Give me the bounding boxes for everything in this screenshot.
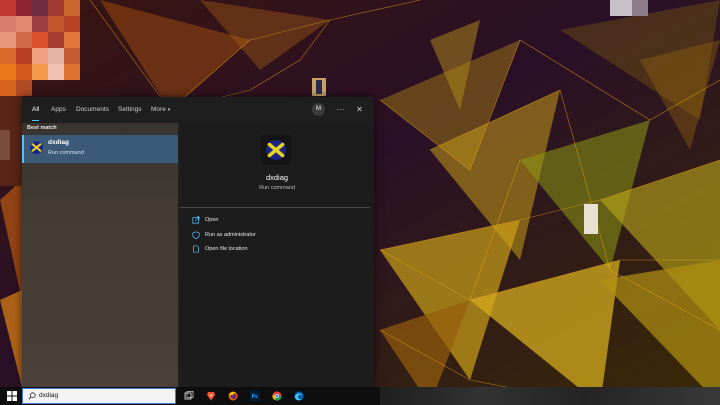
chrome-icon[interactable] xyxy=(272,391,282,401)
brave-icon[interactable] xyxy=(206,391,216,401)
action-open-file-location-label: Open file location xyxy=(205,246,248,252)
account-avatar-button[interactable]: M xyxy=(312,103,325,116)
directx-icon xyxy=(30,141,43,154)
action-open-label: Open xyxy=(205,217,219,223)
tab-settings[interactable]: Settings xyxy=(118,97,142,123)
more-options-button[interactable]: ··· xyxy=(334,103,347,116)
result-detail-pane: dxdiag Run command Open Run as administr… xyxy=(180,123,374,387)
tab-all[interactable]: All xyxy=(32,97,40,123)
action-open-file-location[interactable]: Open file location xyxy=(192,245,362,255)
divider xyxy=(180,207,370,208)
result-item-dxdiag[interactable]: dxdiag Run command xyxy=(22,135,178,163)
shield-icon xyxy=(192,231,200,239)
task-view-icon[interactable] xyxy=(184,391,194,401)
ellipsis-icon: ··· xyxy=(336,105,345,114)
detail-app-name: dxdiag xyxy=(265,173,289,182)
account-initial: M xyxy=(316,106,321,112)
search-icon xyxy=(28,392,36,400)
taskbar: dxdiag Ps xyxy=(0,387,720,405)
open-icon xyxy=(192,216,200,224)
close-icon: ✕ xyxy=(356,105,363,114)
tab-documents-label: Documents xyxy=(76,106,109,113)
tab-apps-label: Apps xyxy=(51,106,66,113)
active-tab-indicator xyxy=(32,119,40,121)
close-button[interactable]: ✕ xyxy=(353,103,366,116)
section-title: Best match xyxy=(27,125,57,131)
result-type: Run command xyxy=(48,150,84,156)
detail-icon-container xyxy=(261,135,291,165)
edge-icon[interactable] xyxy=(294,391,304,401)
action-run-as-administrator-label: Run as administrator xyxy=(205,232,256,238)
chevron-down-icon: ▾ xyxy=(167,107,171,113)
firefox-icon[interactable] xyxy=(228,391,238,401)
action-run-as-administrator[interactable]: Run as administrator xyxy=(192,231,362,241)
result-name: dxdiag xyxy=(48,139,69,146)
action-open[interactable]: Open xyxy=(192,216,362,226)
detail-app-type: Run command xyxy=(259,185,295,191)
windows-start-icon[interactable] xyxy=(7,391,17,401)
taskbar-blurred-area xyxy=(380,387,720,405)
tab-settings-label: Settings xyxy=(118,106,142,113)
start-search-panel: All Apps Documents Settings More ▾ M ···… xyxy=(22,97,374,387)
svg-text:Ps: Ps xyxy=(252,394,258,400)
search-results-list: Best match dxdiag Run command xyxy=(22,123,178,387)
tab-all-label: All xyxy=(32,106,40,113)
tab-more[interactable]: More ▾ xyxy=(151,97,170,123)
photoshop-icon[interactable]: Ps xyxy=(250,391,260,401)
file-location-icon xyxy=(193,245,199,253)
directx-icon xyxy=(266,140,286,160)
search-query: dxdiag xyxy=(39,392,59,399)
tab-apps[interactable]: Apps xyxy=(51,97,66,123)
tab-more-label: More xyxy=(151,106,166,113)
taskbar-search-input[interactable]: dxdiag xyxy=(22,388,176,404)
tab-documents[interactable]: Documents xyxy=(76,97,109,123)
search-filter-bar: All Apps Documents Settings More ▾ M ···… xyxy=(22,97,374,123)
